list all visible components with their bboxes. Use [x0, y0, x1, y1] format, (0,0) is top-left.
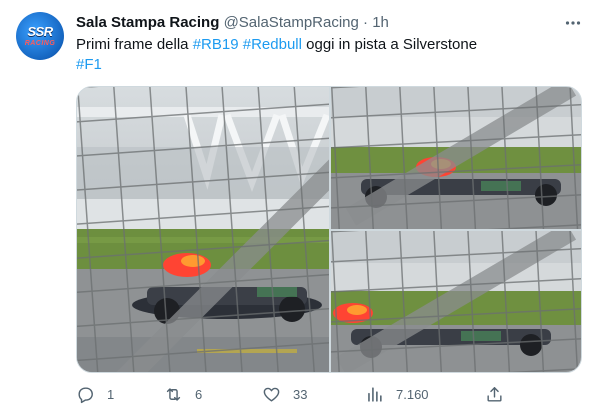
- tweet-card[interactable]: SSR RACING Sala Stampa Racing @SalaStamp…: [0, 0, 598, 415]
- reply-button[interactable]: 1: [76, 382, 114, 406]
- avatar-logo-text: SSR: [27, 24, 53, 39]
- more-dots-icon: [565, 21, 581, 25]
- tweet-text-line-2: #F1: [76, 55, 576, 75]
- retweet-icon: [166, 387, 181, 401]
- avatar[interactable]: SSR RACING: [16, 12, 64, 60]
- tweet-time[interactable]: 1h: [372, 14, 389, 31]
- share-button[interactable]: [485, 382, 516, 406]
- tweet-text-line-1: Primi frame della #RB19 #Redbull oggi in…: [76, 35, 576, 55]
- views-bar-chart-icon: [368, 386, 382, 402]
- media-photo-1[interactable]: [77, 87, 329, 372]
- author-handle[interactable]: @SalaStampRacing: [224, 14, 359, 31]
- avatar-logo-subtext: RACING: [24, 40, 56, 47]
- media-photo-3[interactable]: [331, 231, 581, 372]
- hashtag-rb19[interactable]: #RB19: [193, 36, 239, 53]
- tweet-text: Primi frame della #RB19 #Redbull oggi in…: [76, 35, 576, 75]
- track-photo-2: [331, 87, 581, 229]
- reply-count: 1: [107, 386, 115, 402]
- tweet-text-suffix: oggi in pista a Silverstone: [301, 36, 478, 53]
- header-separator: ·: [363, 14, 369, 31]
- tweet-header: Sala Stampa Racing @SalaStampRacing · 1h: [76, 13, 389, 33]
- hashtag-f1[interactable]: #F1: [76, 56, 102, 73]
- media-photo-2[interactable]: [331, 87, 581, 229]
- like-button[interactable]: 33: [262, 382, 307, 406]
- track-photo-1: [77, 87, 329, 372]
- views-button[interactable]: 7.160: [365, 382, 429, 406]
- media-grid: [76, 86, 582, 373]
- tweet-actions: 1 6 33 7.160: [76, 382, 582, 406]
- more-options-button[interactable]: [562, 12, 584, 34]
- share-icon: [487, 386, 502, 402]
- hashtag-redbull[interactable]: #Redbull: [243, 36, 302, 53]
- tweet-text-prefix: Primi frame della: [76, 36, 193, 53]
- reply-icon: [78, 386, 93, 403]
- author-name[interactable]: Sala Stampa Racing: [76, 14, 219, 31]
- retweet-count: 6: [195, 386, 203, 402]
- heart-icon: [263, 387, 280, 402]
- views-count: 7.160: [396, 386, 429, 402]
- retweet-button[interactable]: 6: [164, 382, 202, 406]
- track-photo-3: [331, 231, 581, 372]
- like-count: 33: [293, 386, 308, 402]
